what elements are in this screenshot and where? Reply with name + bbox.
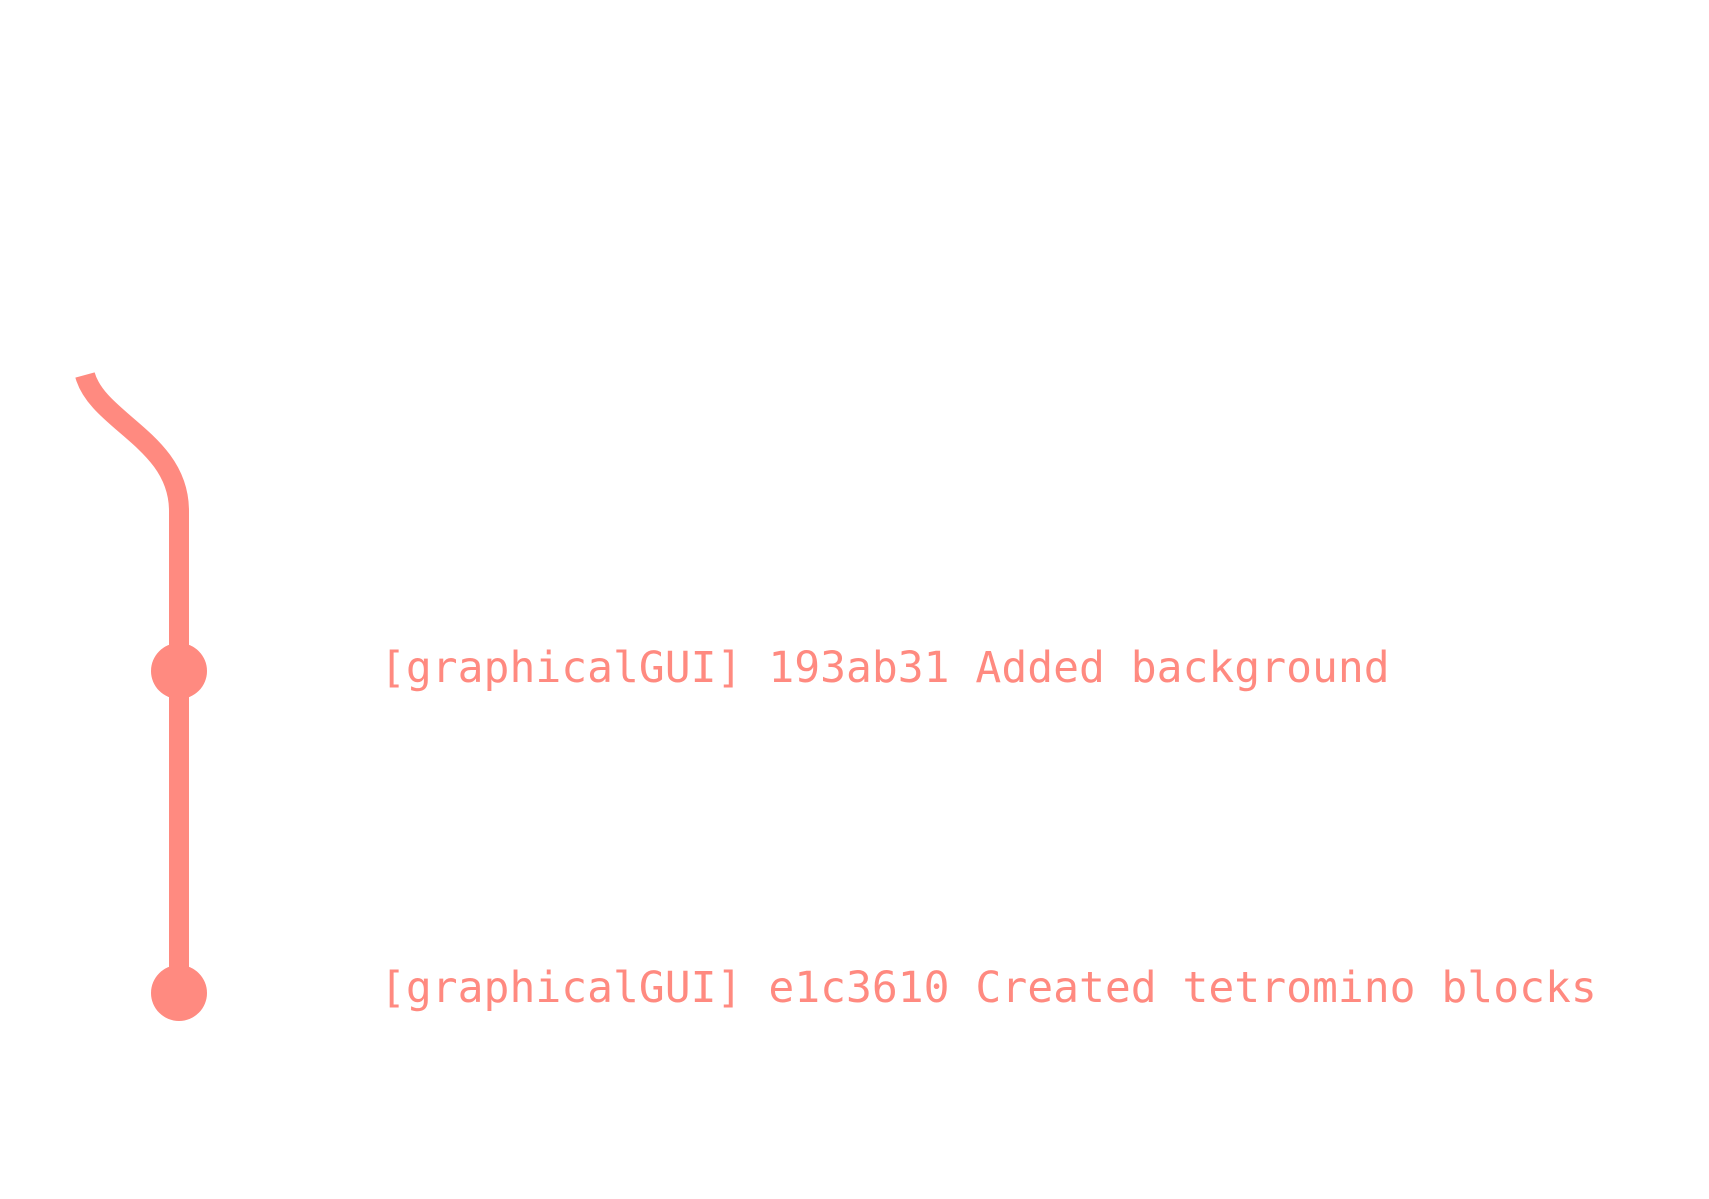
commit-node[interactable] — [151, 643, 207, 699]
commit-label[interactable]: [graphicalGUI] 193ab31 Added background — [380, 643, 1390, 693]
commit-node[interactable] — [151, 965, 207, 1021]
commit-graph — [75, 371, 207, 1021]
commit-label[interactable]: [graphicalGUI] e1c3610 Created tetromino… — [380, 963, 1597, 1013]
